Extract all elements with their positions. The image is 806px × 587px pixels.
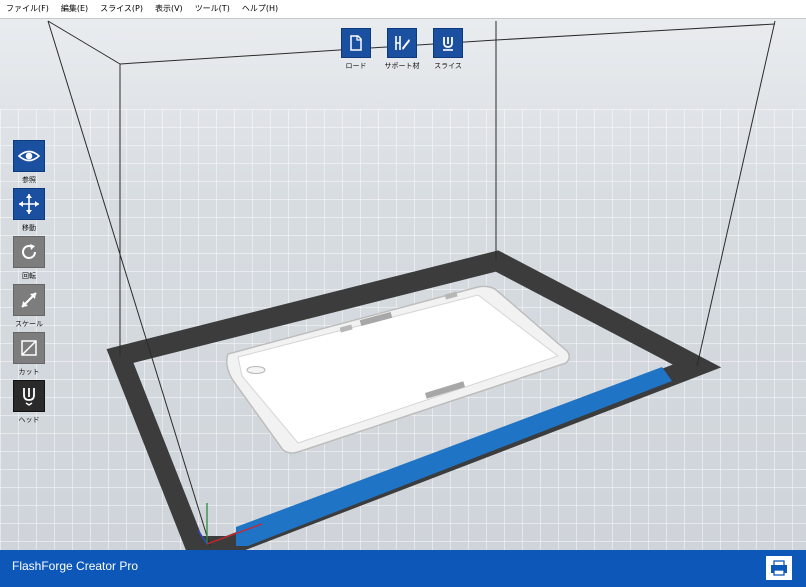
cut-tool-button[interactable]: カット [12,332,46,377]
scale-tool-button[interactable]: スケール [12,284,46,329]
load-file-icon [341,28,371,58]
scale-icon [13,284,45,316]
menu-help[interactable]: ヘルプ(H) [236,0,284,18]
load-label: ロード [345,62,367,70]
slice-label: スライス [434,62,462,70]
printer-name: FlashForge Creator Pro [12,559,139,573]
menu-edit[interactable]: 編集(E) [55,0,94,18]
slice-button[interactable]: スライス [425,28,471,71]
menu-view[interactable]: 表示(V) [149,0,189,18]
move-tool-button[interactable]: 移動 [12,188,46,233]
scale-tool-label: スケール [15,320,43,328]
menu-bar: ファイル(F) 編集(E) スライス(P) 表示(V) ツール(T) ヘルプ(H… [0,0,806,19]
cut-icon [13,332,45,364]
printer-icon [771,560,787,576]
move-tool-label: 移動 [22,224,36,232]
nozzle-icon [13,380,45,412]
load-button[interactable]: ロード [333,28,379,71]
eye-icon [13,140,45,172]
support-button[interactable]: サポート材 [379,28,425,71]
printer-button[interactable] [766,556,792,580]
3d-viewport[interactable] [0,19,806,550]
rotate-icon [13,236,45,268]
menu-tools[interactable]: ツール(T) [189,0,236,18]
move-icon [13,188,45,220]
slice-icon [433,28,463,58]
menu-file[interactable]: ファイル(F) [0,0,55,18]
support-label: サポート材 [384,62,420,70]
menu-slice[interactable]: スライス(P) [94,0,149,18]
view-tool-button[interactable]: 参照 [12,140,46,185]
cut-tool-label: カット [18,368,40,376]
rotate-tool-button[interactable]: 回転 [12,236,46,281]
view-tool-label: 参照 [22,176,36,184]
scene [0,19,806,550]
status-bar: FlashForge Creator Pro [0,550,806,587]
support-icon [387,28,417,58]
rotate-tool-label: 回転 [22,272,36,280]
head-tool-button[interactable]: ヘッド [12,380,46,425]
head-tool-label: ヘッド [18,416,40,424]
